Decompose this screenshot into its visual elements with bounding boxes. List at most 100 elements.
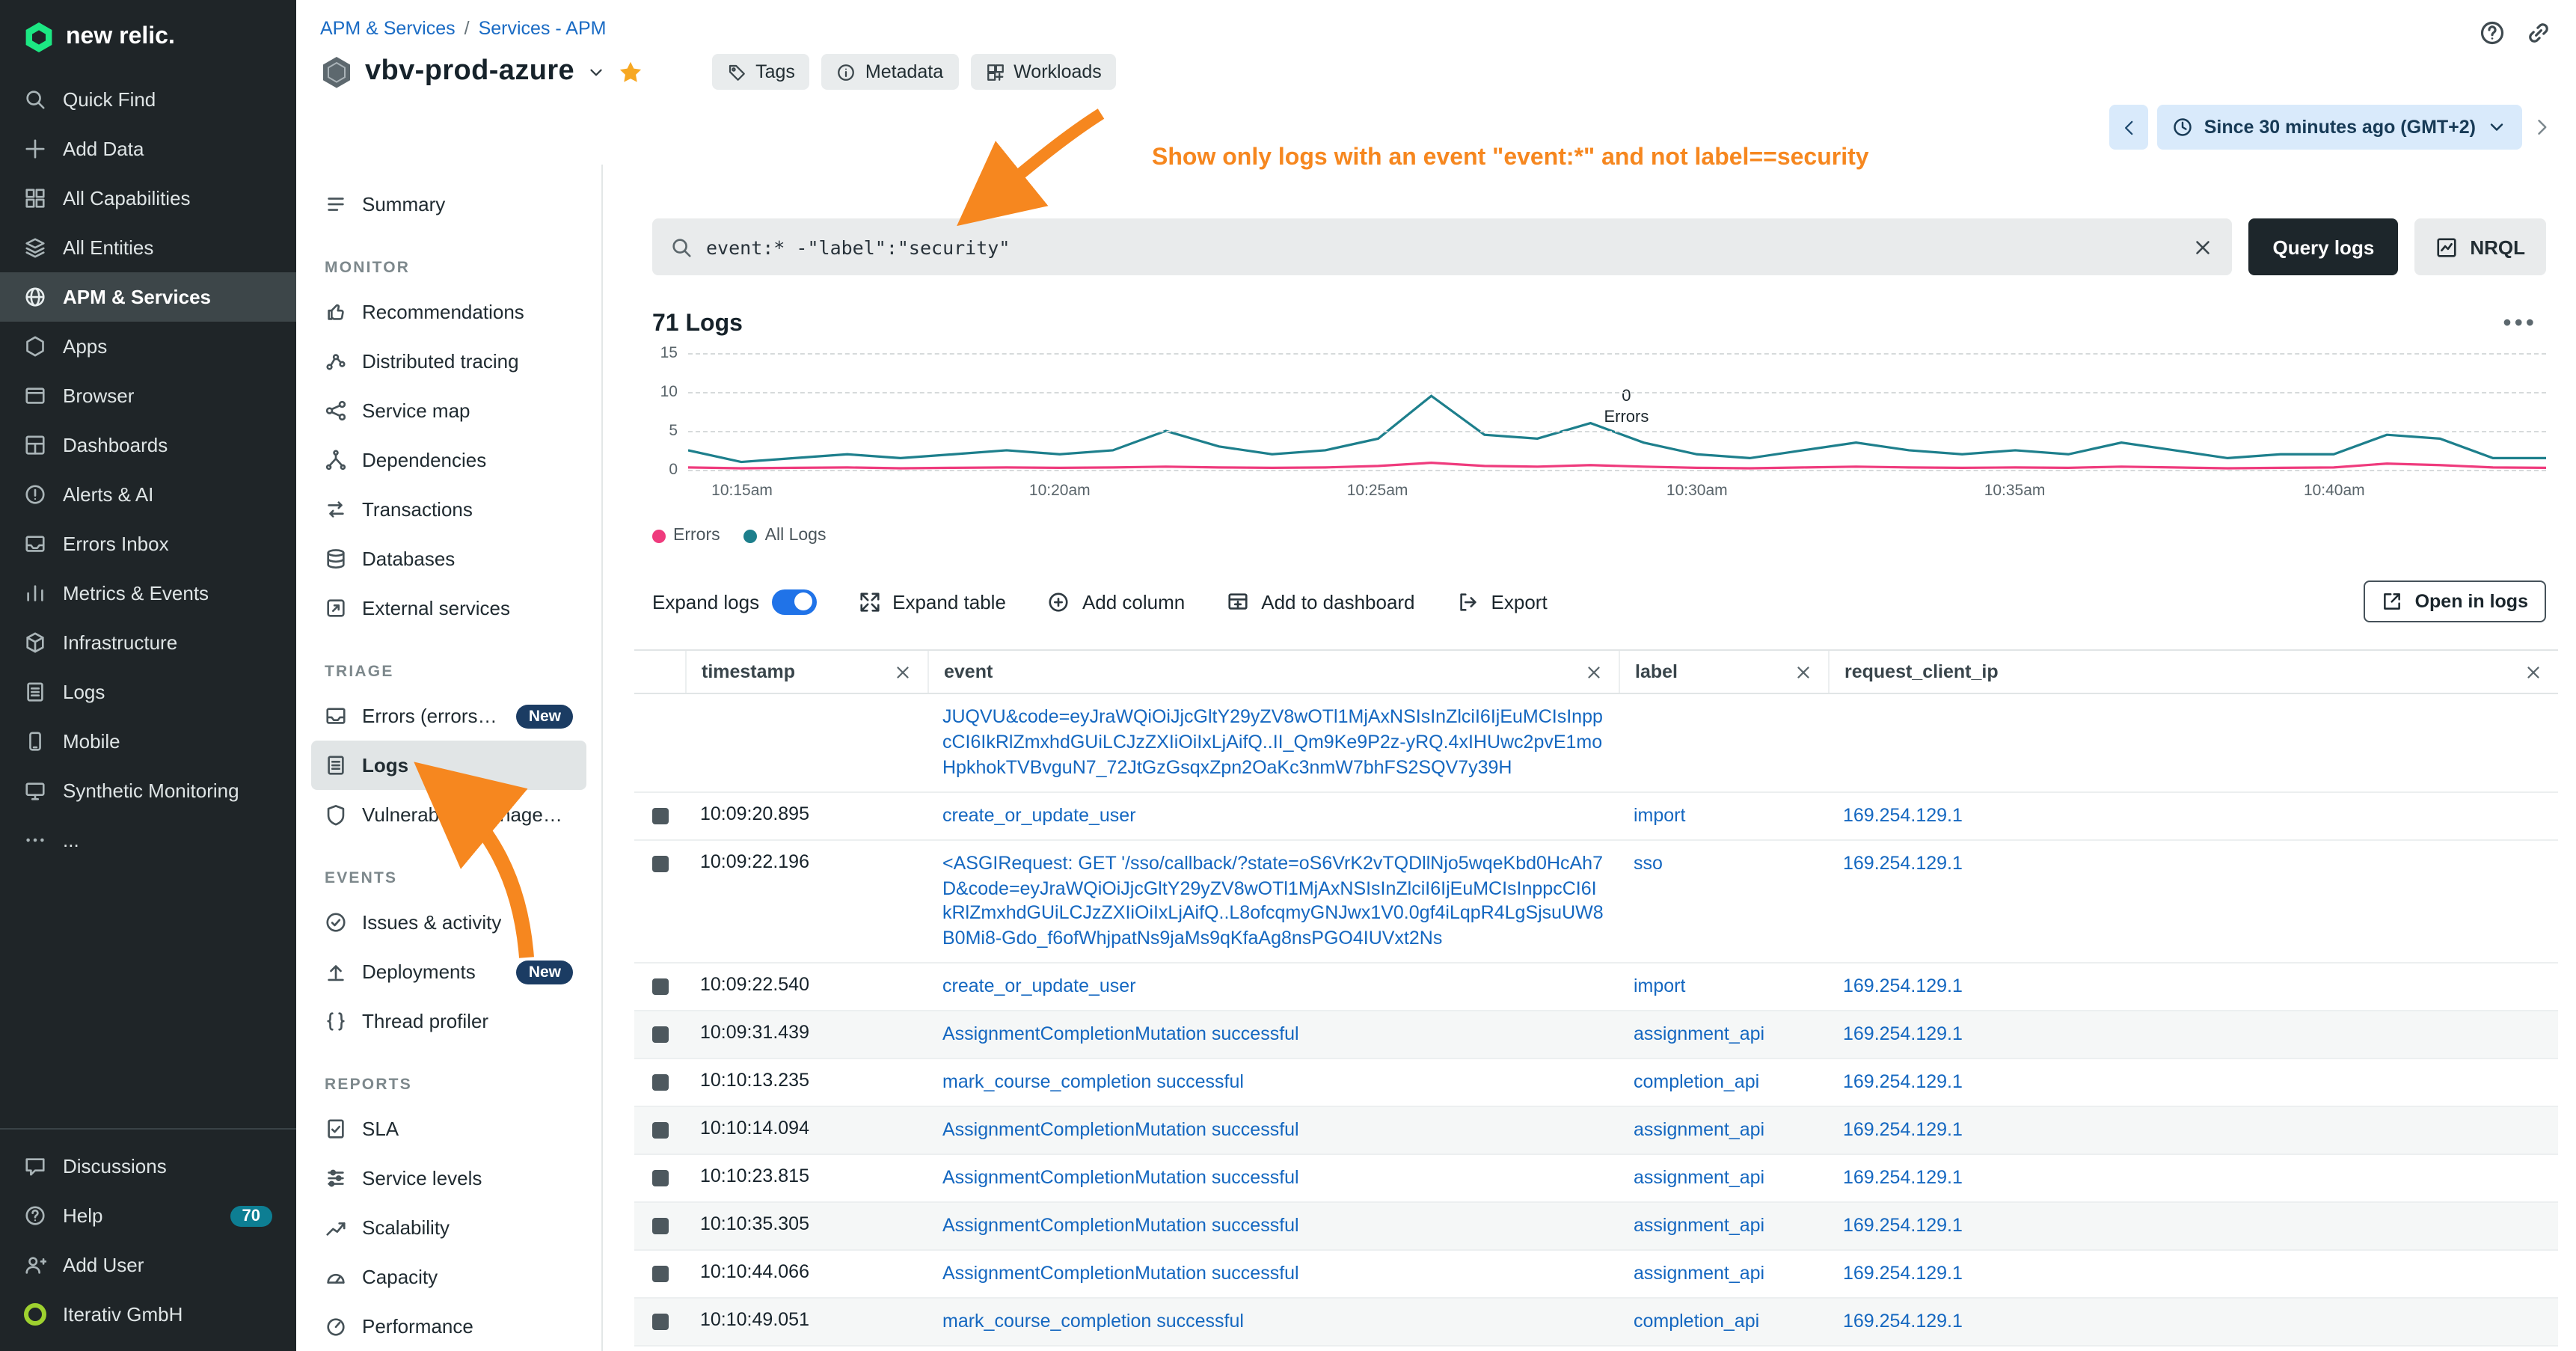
title-dropdown-chevron-icon[interactable] bbox=[586, 62, 606, 82]
export-button[interactable]: Export bbox=[1457, 590, 1548, 613]
row-checkbox[interactable] bbox=[652, 1074, 669, 1091]
entity-nav-item-distributed-tracing[interactable]: Distributed tracing bbox=[311, 337, 586, 386]
table-row[interactable]: 10:09:22.540create_or_update_userimport1… bbox=[634, 964, 2558, 1011]
event-link[interactable]: <ASGIRequest: GET '/sso/callback/?state=… bbox=[942, 851, 1604, 952]
row-checkbox[interactable] bbox=[652, 1170, 669, 1186]
expand-table-button[interactable]: Expand table bbox=[858, 590, 1006, 613]
row-checkbox[interactable] bbox=[652, 1266, 669, 1282]
event-link[interactable]: AssignmentCompletionMutation successful bbox=[942, 1118, 1299, 1143]
request-client-ip-link[interactable]: 169.254.129.1 bbox=[1843, 851, 1963, 876]
time-forward-chevron-icon[interactable] bbox=[2531, 117, 2552, 138]
entity-nav-item-databases[interactable]: Databases bbox=[311, 534, 586, 583]
request-client-ip-link[interactable]: 169.254.129.1 bbox=[1843, 1261, 1963, 1287]
label-link[interactable]: completion_api bbox=[1634, 1309, 1759, 1335]
event-link[interactable]: AssignmentCompletionMutation successful bbox=[942, 1165, 1299, 1191]
tags-button[interactable]: Tags bbox=[712, 54, 810, 90]
sidebar-item-synthetic-monitoring[interactable]: Synthetic Monitoring bbox=[0, 766, 296, 815]
entity-nav-item-dependencies[interactable]: Dependencies bbox=[311, 435, 586, 485]
sidebar-item-errors-inbox[interactable]: Errors Inbox bbox=[0, 519, 296, 569]
breadcrumb-link-apm-services[interactable]: APM & Services bbox=[320, 18, 456, 39]
entity-nav-item-transactions[interactable]: Transactions bbox=[311, 485, 586, 534]
table-row[interactable]: 10:09:31.439AssignmentCompletionMutation… bbox=[634, 1011, 2558, 1059]
more-options-button[interactable]: ••• bbox=[2503, 311, 2537, 338]
table-row[interactable]: JUQVU&code=eyJraWQiOiJjcGltY29yZV8wOTl1M… bbox=[634, 694, 2558, 792]
request-client-ip-link[interactable]: 169.254.129.1 bbox=[1843, 1309, 1963, 1335]
request-client-ip-link[interactable]: 169.254.129.1 bbox=[1843, 1213, 1963, 1239]
sidebar-item-logs[interactable]: Logs bbox=[0, 667, 296, 717]
remove-column-event-icon[interactable] bbox=[1584, 662, 1604, 681]
sidebar-item-browser[interactable]: Browser bbox=[0, 371, 296, 420]
add-column-button[interactable]: Add column bbox=[1048, 590, 1185, 613]
event-link[interactable]: AssignmentCompletionMutation successful bbox=[942, 1261, 1299, 1287]
entity-nav-item-service-levels[interactable]: Service levels bbox=[311, 1154, 586, 1203]
new-relic-logo[interactable]: new relic. bbox=[0, 0, 296, 75]
sidebar-item-alerts-ai[interactable]: Alerts & AI bbox=[0, 470, 296, 519]
nrql-button[interactable]: NRQL bbox=[2414, 218, 2546, 275]
entity-nav-item-performance[interactable]: Performance bbox=[311, 1302, 586, 1351]
sidebar-item-[interactable]: ... bbox=[0, 815, 296, 865]
request-client-ip-link[interactable]: 169.254.129.1 bbox=[1843, 1118, 1963, 1143]
row-checkbox[interactable] bbox=[652, 978, 669, 995]
row-checkbox[interactable] bbox=[652, 1122, 669, 1139]
sidebar-item-quick-find[interactable]: Quick Find bbox=[0, 75, 296, 124]
row-checkbox[interactable] bbox=[652, 855, 669, 871]
table-row[interactable]: 10:10:35.305AssignmentCompletionMutation… bbox=[634, 1203, 2558, 1251]
entity-nav-item-vulnerability-management[interactable]: Vulnerability Management bbox=[311, 790, 586, 839]
sidebar-footer-item-discussions[interactable]: Discussions bbox=[0, 1142, 296, 1191]
entity-nav-item-thread-profiler[interactable]: Thread profiler bbox=[311, 996, 586, 1046]
table-row[interactable]: 10:10:23.815AssignmentCompletionMutation… bbox=[634, 1155, 2558, 1203]
table-row[interactable]: 10:10:14.094AssignmentCompletionMutation… bbox=[634, 1107, 2558, 1155]
sidebar-item-all-entities[interactable]: All Entities bbox=[0, 223, 296, 272]
add-to-dashboard-button[interactable]: Add to dashboard bbox=[1227, 590, 1414, 613]
entity-nav-item-recommendations[interactable]: Recommendations bbox=[311, 287, 586, 337]
table-row[interactable]: 10:10:49.051mark_course_completion succe… bbox=[634, 1299, 2558, 1347]
table-row[interactable]: 10:10:13.235mark_course_completion succe… bbox=[634, 1059, 2558, 1107]
permalink-icon[interactable] bbox=[2525, 19, 2552, 46]
request-client-ip-link[interactable]: 169.254.129.1 bbox=[1843, 803, 1963, 828]
event-link[interactable]: mark_course_completion successful bbox=[942, 1070, 1244, 1095]
label-link[interactable]: sso bbox=[1634, 851, 1663, 876]
sidebar-item-apm-services[interactable]: APM & Services bbox=[0, 272, 296, 322]
legend-item-all-logs[interactable]: All Logs bbox=[744, 527, 827, 545]
label-link[interactable]: assignment_api bbox=[1634, 1213, 1764, 1239]
label-link[interactable]: assignment_api bbox=[1634, 1261, 1764, 1287]
entity-nav-item-summary[interactable]: Summary bbox=[311, 180, 586, 229]
legend-item-errors[interactable]: Errors bbox=[652, 527, 720, 545]
event-link[interactable]: create_or_update_user bbox=[942, 974, 1136, 999]
entity-nav-item-errors-errors-inb[interactable]: Errors (errors inb...New bbox=[311, 691, 586, 741]
row-checkbox[interactable] bbox=[652, 1314, 669, 1330]
entity-nav-item-external-services[interactable]: External services bbox=[311, 583, 586, 633]
sidebar-item-apps[interactable]: Apps bbox=[0, 322, 296, 371]
workloads-button[interactable]: Workloads bbox=[970, 54, 1117, 90]
sidebar-item-mobile[interactable]: Mobile bbox=[0, 717, 296, 766]
entity-nav-item-issues-activity[interactable]: Issues & activity bbox=[311, 898, 586, 947]
sidebar-item-infrastructure[interactable]: Infrastructure bbox=[0, 618, 296, 667]
entity-nav-item-capacity[interactable]: Capacity bbox=[311, 1252, 586, 1302]
entity-nav-item-logs[interactable]: Logs bbox=[311, 741, 586, 790]
time-back-button[interactable] bbox=[2110, 105, 2149, 150]
row-checkbox[interactable] bbox=[652, 807, 669, 824]
favorite-star-icon[interactable] bbox=[618, 59, 643, 85]
request-client-ip-link[interactable]: 169.254.129.1 bbox=[1843, 1022, 1963, 1047]
breadcrumb-link-services-apm[interactable]: Services - APM bbox=[479, 18, 607, 39]
log-search-box[interactable] bbox=[652, 218, 2232, 275]
entity-nav-item-deployments[interactable]: DeploymentsNew bbox=[311, 947, 586, 996]
sidebar-item-metrics-events[interactable]: Metrics & Events bbox=[0, 569, 296, 618]
time-picker[interactable]: Since 30 minutes ago (GMT+2) bbox=[2158, 105, 2522, 150]
event-link[interactable]: AssignmentCompletionMutation successful bbox=[942, 1022, 1299, 1047]
label-link[interactable]: completion_api bbox=[1634, 1070, 1759, 1095]
open-in-logs-button[interactable]: Open in logs bbox=[2364, 580, 2546, 622]
row-checkbox[interactable] bbox=[652, 1218, 669, 1234]
event-link[interactable]: mark_course_completion successful bbox=[942, 1309, 1244, 1335]
help-circle-icon[interactable] bbox=[2479, 19, 2506, 46]
label-link[interactable]: assignment_api bbox=[1634, 1118, 1764, 1143]
table-row[interactable]: 10:09:22.196<ASGIRequest: GET '/sso/call… bbox=[634, 840, 2558, 964]
sidebar-footer-item-help[interactable]: Help70 bbox=[0, 1191, 296, 1240]
label-link[interactable]: import bbox=[1634, 803, 1685, 828]
request-client-ip-link[interactable]: 169.254.129.1 bbox=[1843, 974, 1963, 999]
clear-query-icon[interactable] bbox=[2192, 236, 2214, 258]
request-client-ip-link[interactable]: 169.254.129.1 bbox=[1843, 1070, 1963, 1095]
table-row[interactable]: 10:09:20.895create_or_update_userimport1… bbox=[634, 792, 2558, 840]
sidebar-item-all-capabilities[interactable]: All Capabilities bbox=[0, 174, 296, 223]
sidebar-footer-item-add-user[interactable]: Add User bbox=[0, 1240, 296, 1290]
